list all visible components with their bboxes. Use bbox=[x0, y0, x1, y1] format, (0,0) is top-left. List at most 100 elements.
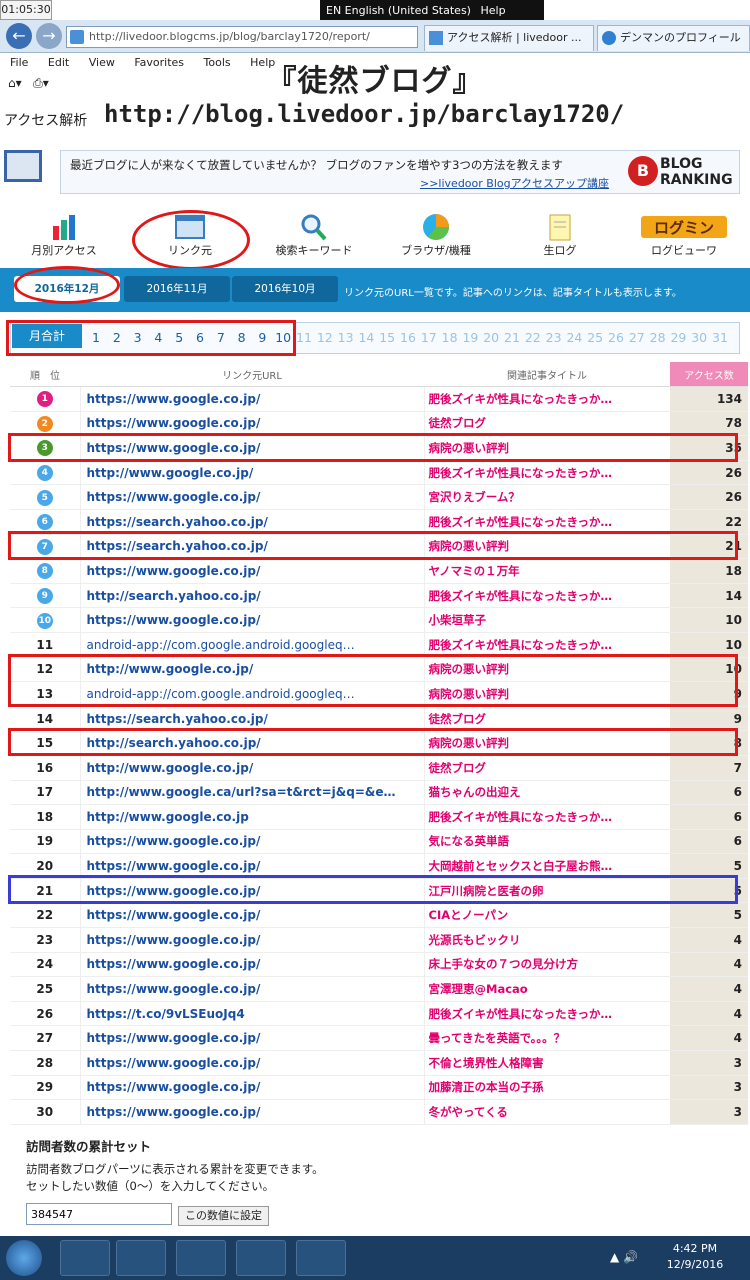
table-row: 25 https://www.google.co.jp/宮澤理恵@Macao 4 bbox=[10, 976, 748, 1002]
referrer-url-link[interactable]: http://search.yahoo.co.jp/ bbox=[80, 583, 425, 609]
visitor-count-input[interactable] bbox=[26, 1203, 172, 1225]
referrer-url-link[interactable]: http://www.google.co.jp/ bbox=[80, 460, 425, 486]
day-link: 19 bbox=[462, 330, 479, 345]
referrer-url-link[interactable]: https://www.google.co.jp/ bbox=[80, 902, 425, 929]
back-icon[interactable]: ← bbox=[6, 23, 32, 49]
logviewer-logo-icon: ログミン bbox=[641, 216, 727, 238]
rank-badge-icon: 2 bbox=[36, 415, 53, 432]
rank-number: 24 bbox=[10, 952, 81, 978]
referrer-url-link[interactable]: https://www.google.co.jp/ bbox=[80, 829, 425, 855]
referrer-url-link[interactable]: https://t.co/9vLSEuoJq4 bbox=[80, 1001, 425, 1027]
nav-rawlog[interactable]: 生ログ bbox=[510, 212, 610, 258]
referrer-url-link[interactable]: https://www.google.co.jp/ bbox=[80, 1025, 425, 1052]
article-title-link[interactable]: 徒然ブログ bbox=[424, 755, 670, 781]
article-title-link[interactable]: 肥後ズイキが性具になったきっか… bbox=[424, 583, 670, 609]
annotation-ellipse bbox=[14, 266, 120, 304]
day-link: 29 bbox=[670, 330, 687, 345]
language-label[interactable]: EN English (United States) bbox=[326, 4, 471, 17]
article-title-link[interactable]: 肥後ズイキが性具になったきっか… bbox=[424, 460, 670, 486]
adobe-icon[interactable] bbox=[60, 1240, 110, 1276]
annotation-box bbox=[6, 320, 296, 356]
folder-icon[interactable] bbox=[176, 1240, 226, 1276]
notepad-icon[interactable] bbox=[236, 1240, 286, 1276]
magnifier-icon bbox=[301, 214, 327, 241]
set-value-button[interactable]: この数値に設定 bbox=[178, 1206, 269, 1226]
access-count: 78 bbox=[670, 411, 748, 437]
tray-icons[interactable]: ▲ 🔊 bbox=[610, 1250, 638, 1264]
article-title-link[interactable]: 肥後ズイキが性具になったきっか… bbox=[424, 1001, 670, 1027]
reset-title: 訪問者数の累計セット bbox=[26, 1139, 152, 1154]
tab-access[interactable]: アクセス解析 | livedoor ... bbox=[424, 25, 594, 51]
rank-number: 27 bbox=[10, 1025, 81, 1052]
rank-badge-icon: 9 bbox=[36, 588, 53, 605]
referrer-url-link[interactable]: http://www.google.co.jp/ bbox=[80, 755, 425, 781]
start-icon[interactable] bbox=[6, 1240, 42, 1276]
tab-month-prev[interactable]: 2016年11月 bbox=[124, 276, 230, 302]
article-title-link[interactable]: 曇ってきたを英語で。。。？ bbox=[424, 1025, 670, 1052]
language-bar[interactable]: EN English (United States) Help bbox=[320, 0, 544, 22]
paint-icon[interactable] bbox=[296, 1240, 346, 1276]
access-count: 4 bbox=[670, 1025, 748, 1052]
article-title-link[interactable]: 不倫と境界性人格障害 bbox=[424, 1050, 670, 1076]
referrer-url-link[interactable]: https://www.google.co.jp/ bbox=[80, 1050, 425, 1076]
day-link: 30 bbox=[691, 330, 708, 345]
referrer-url-link[interactable]: https://www.google.co.jp/ bbox=[80, 386, 425, 412]
referrer-url-link[interactable]: https://www.google.co.jp/ bbox=[80, 1099, 425, 1125]
referrer-url-link[interactable]: https://www.google.co.jp/ bbox=[80, 927, 425, 953]
access-count: 4 bbox=[670, 976, 748, 1002]
help-label[interactable]: Help bbox=[480, 4, 505, 17]
ie-icon[interactable] bbox=[116, 1240, 166, 1276]
forward-icon[interactable]: → bbox=[36, 23, 62, 49]
ranking-badge-icon: B bbox=[628, 156, 658, 186]
system-clock: 01:05:30 bbox=[0, 0, 52, 20]
article-title-link[interactable]: 冬がやってくる bbox=[424, 1099, 670, 1125]
tab-profile[interactable]: デンマンのプロフィール bbox=[597, 25, 750, 51]
pie-chart-icon bbox=[423, 214, 449, 240]
nav-monthly[interactable]: 月別アクセス bbox=[14, 212, 114, 258]
referrer-url-link[interactable]: https://www.google.co.jp/ bbox=[80, 952, 425, 978]
nav-browser[interactable]: ブラウザ/機種 bbox=[386, 212, 486, 258]
rank-number: 18 bbox=[10, 804, 81, 830]
referrer-url-link[interactable]: http://www.google.co.jp bbox=[80, 804, 425, 830]
referrer-url-link[interactable]: https://www.google.co.jp/ bbox=[80, 411, 425, 437]
nav-keyword[interactable]: 検索キーワード bbox=[264, 212, 364, 258]
referrer-url-link[interactable]: https://www.google.co.jp/ bbox=[80, 607, 425, 633]
promo-text: 最近ブログに人が来なくて放置していませんか？ ブログのファンを増やす3つの方法を… bbox=[70, 158, 563, 172]
day-link: 31 bbox=[712, 330, 728, 345]
article-title-link[interactable]: 気になる英単語 bbox=[424, 829, 670, 855]
article-title-link[interactable]: 加藤清正の本当の子孫 bbox=[424, 1075, 670, 1101]
rank-number: 30 bbox=[10, 1099, 81, 1125]
address-bar[interactable]: http://livedoor.blogcms.jp/blog/barclay1… bbox=[66, 26, 418, 48]
annotation-box bbox=[8, 875, 738, 904]
referrer-url-link[interactable]: http://www.google.ca/url?sa=t&rct=j&q=&e… bbox=[80, 780, 425, 806]
blog-ranking-logo[interactable]: B BLOG RANKING bbox=[628, 154, 736, 190]
article-title-link[interactable]: 徒然ブログ bbox=[424, 411, 670, 437]
article-title-link[interactable]: 宮澤理恵@Macao bbox=[424, 976, 670, 1002]
tray-date: 12/9/2016 bbox=[666, 1258, 724, 1271]
article-title-link[interactable]: ヤノマミの１万年 bbox=[424, 558, 670, 584]
report-nav: 月別アクセス リンク元 検索キーワード ブラウザ/機種 生ログ ログミン ログビ… bbox=[0, 212, 750, 266]
access-count: 18 bbox=[670, 558, 748, 584]
tray-time: 4:42 PM bbox=[672, 1242, 718, 1255]
referrer-url-link[interactable]: https://www.google.co.jp/ bbox=[80, 976, 425, 1002]
rank-badge-icon: 10 bbox=[36, 612, 53, 629]
tab-month-prev2[interactable]: 2016年10月 bbox=[232, 276, 338, 302]
nav-logviewer[interactable]: ログミン ログビューワ bbox=[634, 212, 734, 258]
article-title-link[interactable]: 小柴垣草子 bbox=[424, 607, 670, 633]
article-title-link[interactable]: 宮沢りえブーム？ bbox=[424, 484, 670, 510]
article-title-link[interactable]: 床上手な女の７つの見分け方 bbox=[424, 952, 670, 978]
article-title-link[interactable]: CIAとノーパン bbox=[424, 902, 670, 929]
article-title-link[interactable]: 光源氏もビックリ bbox=[424, 927, 670, 953]
promo-link[interactable]: >>livedoor Blogアクセスアップ講座 bbox=[420, 175, 609, 191]
article-title-link[interactable]: 肥後ズイキが性具になったきっか… bbox=[424, 804, 670, 830]
access-count: 26 bbox=[670, 484, 748, 510]
table-header: 順 位 リンク元URL 関連記事タイトル アクセス数 bbox=[10, 362, 748, 387]
article-title-link[interactable]: 肥後ズイキが性具になったきっか… bbox=[424, 386, 670, 412]
referrer-url-link[interactable]: https://www.google.co.jp/ bbox=[80, 484, 425, 510]
day-link: 12 bbox=[316, 330, 333, 345]
referrer-url-link[interactable]: https://www.google.co.jp/ bbox=[80, 558, 425, 584]
day-link: 17 bbox=[420, 330, 437, 345]
day-link: 11 bbox=[296, 330, 312, 345]
referrer-url-link[interactable]: https://www.google.co.jp/ bbox=[80, 1075, 425, 1101]
article-title-link[interactable]: 猫ちゃんの出迎え bbox=[424, 780, 670, 806]
